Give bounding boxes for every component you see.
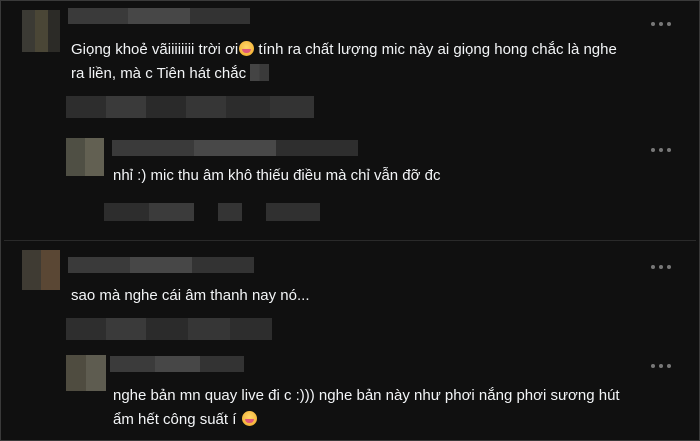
comment-text: nghe bản mn quay live đi c :))) nghe bản… [113,384,683,432]
comment-text-part: ra liền, mà c Tiên hát chắc [71,65,247,82]
avatar[interactable] [66,355,106,391]
avatar[interactable] [22,250,60,290]
divider [4,240,696,241]
comment-actions-redacted[interactable] [66,318,272,340]
username-redacted[interactable] [110,356,244,372]
comment-text-part: Giọng khoẻ vãiiiiiiii trời ơi [71,41,239,58]
comment-text-part: nghe bản mn quay live đi c :))) nghe bản… [113,387,620,404]
comment-actions-redacted[interactable] [104,203,320,221]
more-options-icon[interactable] [651,146,671,154]
emoji-icon [239,41,255,56]
username-redacted[interactable] [68,8,250,24]
avatar[interactable] [66,138,104,176]
emoji-icon [241,411,257,426]
more-options-icon[interactable] [651,20,671,28]
comment-text: sao mà nghe cái âm thanh nay nó... [71,287,310,304]
comment-text-part: ẩm hết công suất í [113,411,237,428]
avatar[interactable] [22,10,60,52]
more-options-icon[interactable] [651,263,671,271]
username-redacted[interactable] [68,257,254,273]
comment-text: nhỉ :) mic thu âm khô thiếu điều mà chỉ … [113,167,441,184]
more-options-icon[interactable] [651,362,671,370]
redacted-emoji [250,64,270,81]
username-redacted[interactable] [112,140,358,156]
comment-actions-redacted[interactable] [66,96,314,118]
comment-text: Giọng khoẻ vãiiiiiiii trời ơi tính ra ch… [71,38,681,86]
comment-text-part: tính ra chất lượng mic này ai giọng hong… [254,41,617,58]
